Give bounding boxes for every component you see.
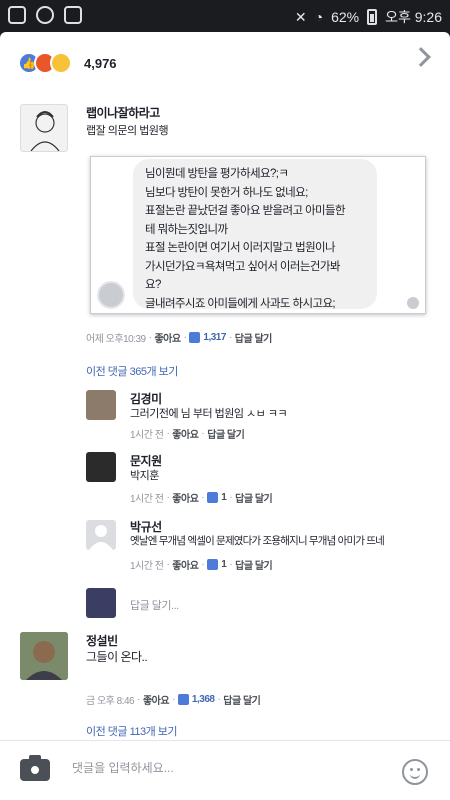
camera-icon[interactable] xyxy=(20,755,50,781)
reaction-icons: 👍 xyxy=(18,52,72,74)
like-count: 1,368 xyxy=(191,694,215,705)
comment-author[interactable]: 랩이나잘하라고 xyxy=(86,104,168,121)
reply-meta: 1시간 전 · 좋아요 · 답글 달기 xyxy=(130,426,245,441)
comment-subtitle: 랩잘 의문의 법원행 xyxy=(86,125,169,137)
reply-button[interactable]: 답글 달기 xyxy=(223,692,261,707)
screenshot-line: 표절논란 끝났던걸 좋아요 받을려고 아미들한 xyxy=(145,205,346,217)
like-button[interactable]: 좋아요 xyxy=(143,692,170,707)
reply-time: 1시간 전 xyxy=(130,430,164,441)
reply-text: 박지훈 xyxy=(130,470,159,482)
screenshot-line: 가시던가요ㅋ욕쳐먹고 싶어서 이러는건가봐 xyxy=(145,260,340,273)
screenshot-line: 요? xyxy=(145,279,161,291)
comment-input[interactable] xyxy=(72,761,372,775)
comments-sheet: 👍 4,976 랩이나잘하라고 랩잘 의문의 법원행 님이뭔데 방탄을 평가하세… xyxy=(0,32,450,800)
mute-icon: ✕ xyxy=(294,8,307,25)
avatar[interactable] xyxy=(86,390,116,420)
comment-text: 그들이 온다.. xyxy=(86,650,148,664)
sticker-smiley-icon[interactable] xyxy=(402,759,428,785)
reply-button[interactable]: 답글 달기 xyxy=(207,426,245,441)
avatar[interactable] xyxy=(20,104,68,152)
avatar xyxy=(86,588,116,618)
reply-button[interactable]: 답글 달기 xyxy=(235,557,273,572)
thumb-icon xyxy=(177,694,189,705)
screenshot-bubble: 님이뭔데 방탄을 평가하세요?;ㅋ 님보다 방탄이 못한거 하나도 없네요; 표… xyxy=(133,159,377,310)
reply-text: 옛날엔 무개념 엑셀이 문제였다가 조용해지니 무개념 아미가 뜨네 xyxy=(130,535,385,547)
like-button[interactable]: 좋아요 xyxy=(172,490,199,505)
thumb-icon xyxy=(189,332,201,343)
avatar-sketch xyxy=(30,111,60,151)
clock: 오후 9:26 xyxy=(385,9,442,25)
screenshot-avatar xyxy=(97,281,125,309)
thumb-icon xyxy=(207,492,219,503)
avatar[interactable] xyxy=(20,632,68,680)
screenshot-small-avatar xyxy=(407,297,419,309)
avatar[interactable] xyxy=(86,520,116,550)
reply-time: 1시간 전 xyxy=(130,494,164,505)
comment-meta: 어제 오후10:39 · 좋아요 · 1,317 · 답글 달기 xyxy=(86,330,273,345)
screenshot-line: 글내려주시죠 아미들에게 사과도 하시고요; xyxy=(145,297,336,310)
like-button[interactable]: 좋아요 xyxy=(172,557,199,572)
screenshot-line: 님보다 방탄이 못한거 하나도 없네요; xyxy=(145,186,308,199)
avatar-photo xyxy=(20,632,68,680)
comment-author[interactable]: 정설빈 xyxy=(86,632,118,649)
reply-button[interactable]: 답글 달기 xyxy=(235,490,273,505)
app-notification-icon xyxy=(8,6,26,24)
thumb-icon xyxy=(207,559,219,570)
view-previous-replies[interactable]: 이전 댓글 113개 보기 xyxy=(86,723,178,739)
reactions-bar[interactable]: 👍 4,976 xyxy=(0,32,450,90)
reply-prompt[interactable]: 답글 달기... xyxy=(130,597,179,613)
wifi-icon: ◔ xyxy=(314,9,324,25)
reply-meta: 1시간 전 · 좋아요 · 1 · 답글 달기 xyxy=(130,557,273,572)
avatar[interactable] xyxy=(86,452,116,482)
chevron-right-icon[interactable] xyxy=(411,47,431,67)
like-button[interactable]: 좋아요 xyxy=(154,330,181,345)
screenshot-line: 테 뭐하는짓입니까 xyxy=(145,223,228,236)
battery-percent: 62% xyxy=(331,9,360,25)
reply-button[interactable]: 답글 달기 xyxy=(235,330,273,345)
comment-screenshot[interactable]: 님이뭔데 방탄을 평가하세요?;ㅋ 님보다 방탄이 못한거 하나도 없네요; 표… xyxy=(90,156,426,314)
reply-meta: 1시간 전 · 좋아요 · 1 · 답글 달기 xyxy=(130,490,273,505)
reaction-count: 4,976 xyxy=(84,56,117,71)
comment-meta: 금 오후 8:46 · 좋아요 · 1,368 · 답글 달기 xyxy=(86,692,261,707)
battery-icon xyxy=(367,9,378,25)
gallery-notification-icon xyxy=(64,6,82,24)
like-count: 1 xyxy=(221,559,227,570)
reply-time: 1시간 전 xyxy=(130,561,164,572)
camera-notification-icon xyxy=(36,6,54,24)
view-previous-replies[interactable]: 이전 댓글 365개 보기 xyxy=(86,363,178,379)
reply-text: 그러기전에 님 부터 법원임 ㅅㅂ ㅋㅋ xyxy=(130,408,288,420)
comment-time: 어제 오후10:39 xyxy=(86,334,146,345)
screenshot-line: 표절 논란이면 여기서 이러지말고 법원이나 xyxy=(145,242,336,254)
status-bar: ✕ ◔ 62% 오후 9:26 xyxy=(0,0,450,32)
like-button[interactable]: 좋아요 xyxy=(172,426,199,441)
like-count: 1 xyxy=(221,492,227,503)
haha-icon xyxy=(50,52,72,74)
comment-composer xyxy=(0,740,450,800)
default-avatar-silhouette xyxy=(89,525,113,550)
comment-time: 금 오후 8:46 xyxy=(86,696,135,707)
screenshot-line: 님이뭔데 방탄을 평가하세요?;ㅋ xyxy=(145,168,289,180)
like-count: 1,317 xyxy=(203,332,226,343)
